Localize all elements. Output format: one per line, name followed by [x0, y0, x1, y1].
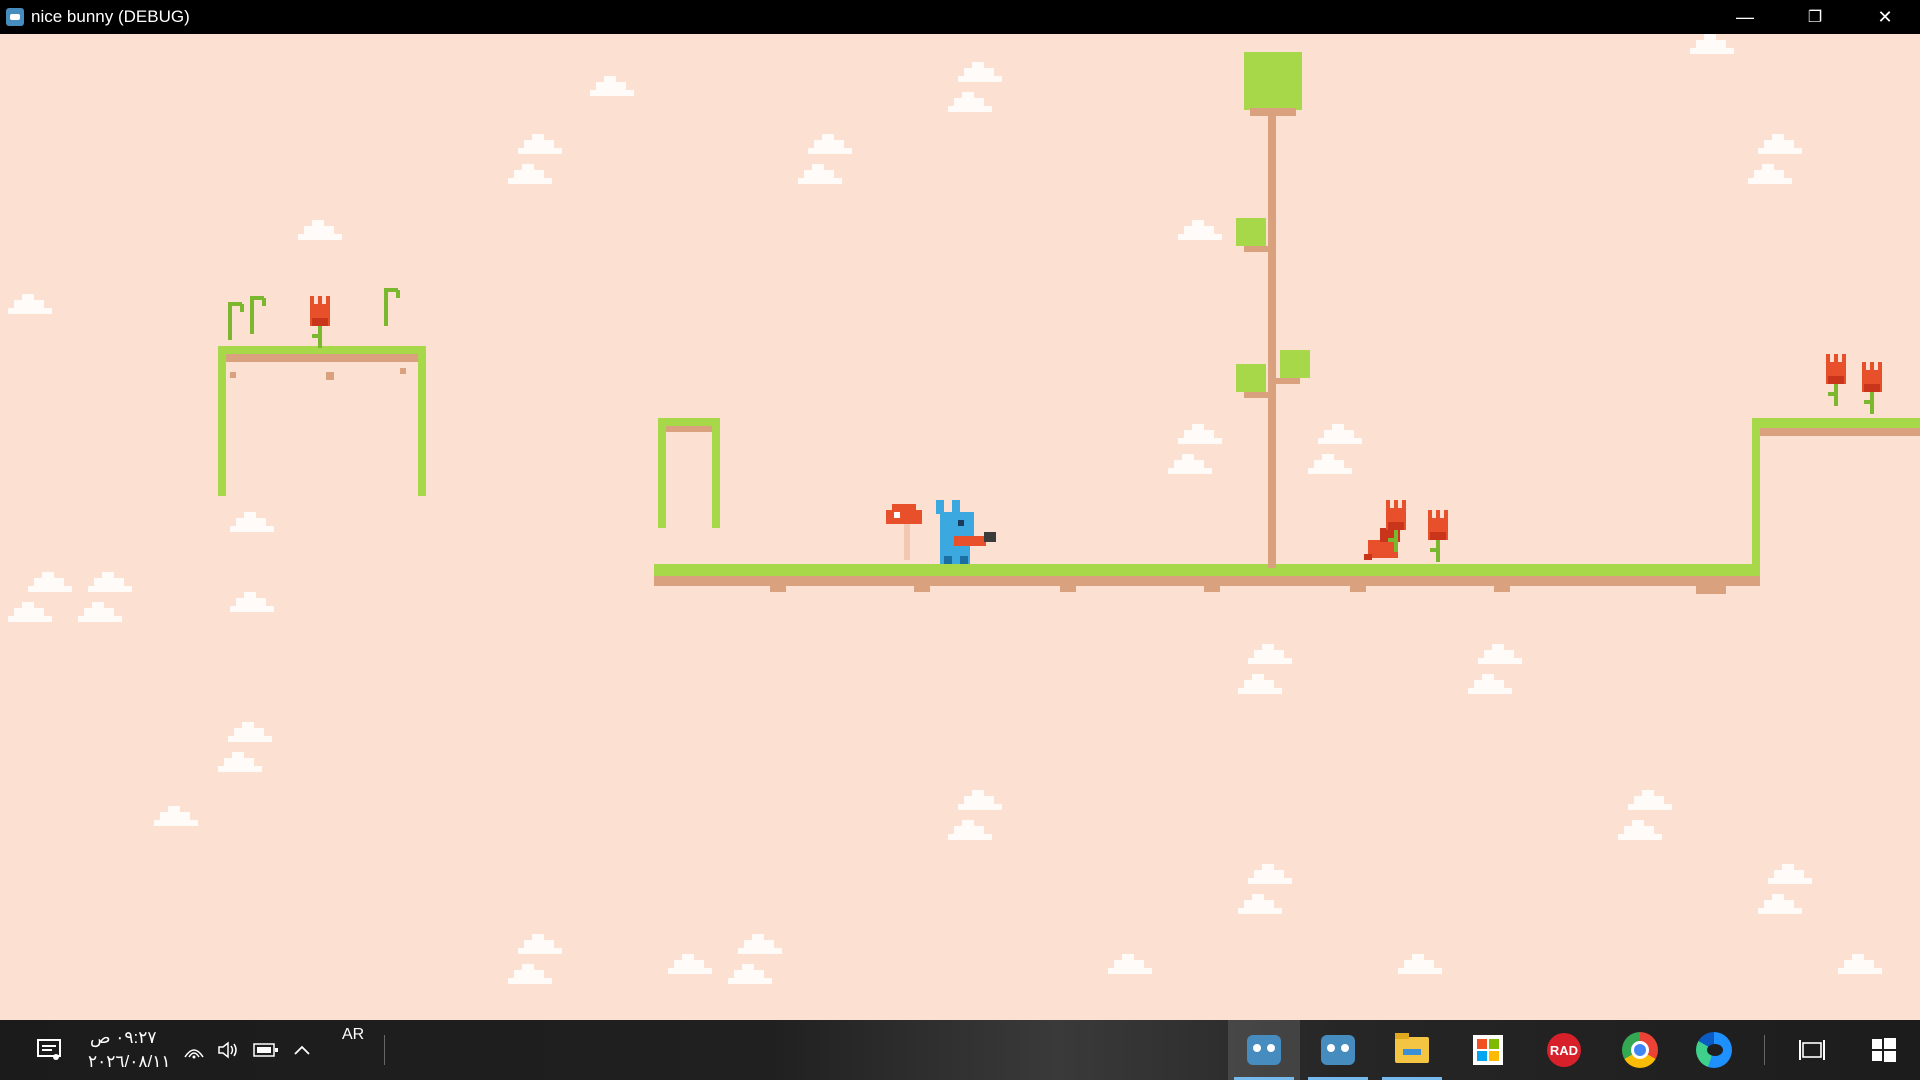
floating-platform	[218, 288, 426, 496]
taskbar-app-godot-editor[interactable]	[1302, 1020, 1374, 1080]
tall-tree	[1236, 52, 1310, 568]
tulip-flower	[1862, 362, 1882, 414]
windows-start-icon[interactable]	[1870, 1036, 1898, 1064]
sprout-plant	[384, 288, 400, 326]
chevron-up-icon[interactable]	[290, 1040, 314, 1060]
taskbar-app-file-explorer[interactable]	[1376, 1020, 1448, 1080]
main-ground	[654, 418, 1920, 594]
close-button[interactable]: ✕	[1850, 0, 1920, 34]
window-titlebar: nice bunny (DEBUG) — ❐ ✕	[0, 0, 1920, 34]
restore-button[interactable]: ❐	[1780, 0, 1850, 34]
tulip-flower	[1428, 510, 1448, 562]
task-view-icon[interactable]	[1796, 1036, 1828, 1064]
battery-icon[interactable]	[252, 1040, 280, 1060]
tulip-flower	[310, 296, 330, 348]
input-language[interactable]: AR	[342, 1026, 364, 1044]
chrome-icon	[1622, 1032, 1658, 1068]
store-icon	[1473, 1035, 1503, 1065]
minimize-button[interactable]: —	[1710, 0, 1780, 34]
taskbar-divider	[384, 1035, 385, 1065]
tulip-flower	[1826, 354, 1846, 406]
game-viewport[interactable]	[0, 34, 1920, 1020]
volume-icon[interactable]	[216, 1040, 240, 1060]
window-title: nice bunny (DEBUG)	[31, 7, 190, 26]
taskbar-app-rad-studio[interactable]: RAD	[1528, 1020, 1600, 1080]
taskbar-divider	[1764, 1035, 1765, 1065]
folder-icon	[1395, 1033, 1429, 1063]
taskbar-app-edge[interactable]	[1678, 1020, 1750, 1080]
rad-icon: RAD	[1547, 1033, 1581, 1067]
mushroom	[886, 504, 922, 560]
edge-icon	[1696, 1032, 1732, 1068]
grass-arch	[658, 418, 720, 528]
taskbar-app-microsoft-store[interactable]	[1452, 1020, 1524, 1080]
godot-app-icon	[6, 8, 24, 26]
player-bunny	[936, 500, 996, 564]
sprout-plant	[228, 302, 244, 340]
godot-icon	[1321, 1035, 1355, 1065]
taskbar-app-chrome[interactable]	[1604, 1020, 1676, 1080]
godot-icon	[1247, 1035, 1281, 1065]
game-scene	[8, 34, 1920, 984]
taskbar-app-godot-game[interactable]	[1228, 1020, 1300, 1080]
sprout-plant	[250, 296, 266, 334]
clock-time[interactable]: ٠٩:٢٧ ص	[90, 1028, 157, 1048]
wifi-icon[interactable]	[182, 1040, 206, 1060]
windows-taskbar: ٠٩:٢٧ ص ٢٠٢٦/٠٨/١١ AR RAD	[0, 1020, 1920, 1080]
clock-date[interactable]: ٢٠٢٦/٠٨/١١	[88, 1052, 171, 1072]
action-center-icon[interactable]	[34, 1036, 64, 1064]
background-clouds	[8, 34, 1882, 984]
